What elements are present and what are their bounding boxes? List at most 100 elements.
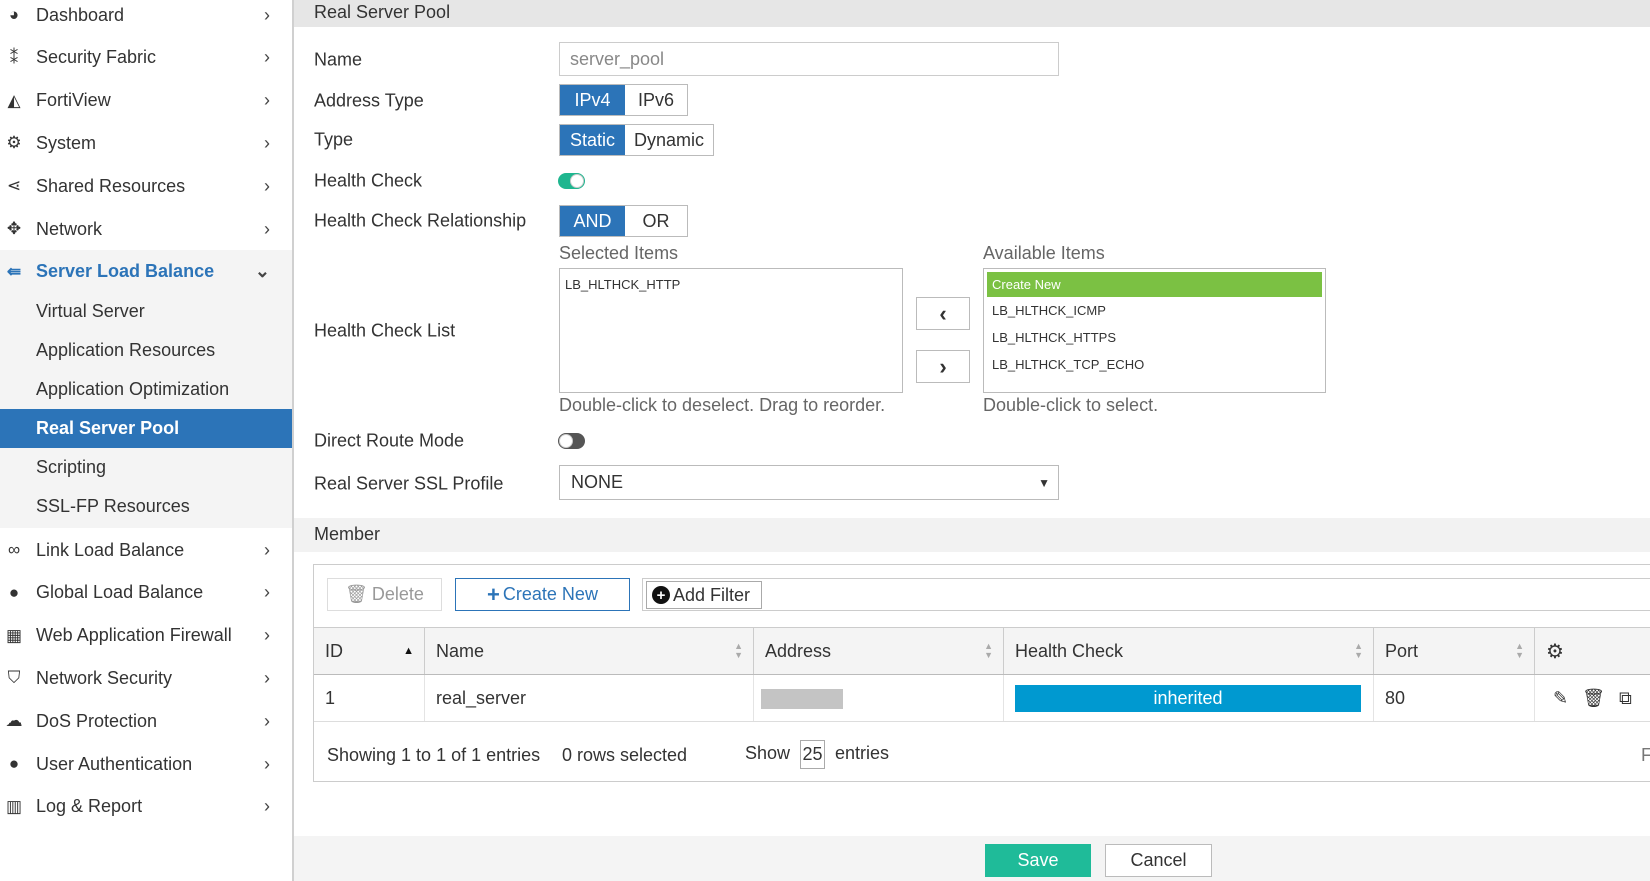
sidebar-item-security-fabric[interactable]: ⁑ Security Fabric › <box>0 37 292 79</box>
ipv6-option[interactable]: IPv6 <box>625 85 687 115</box>
ipv4-option[interactable]: IPv4 <box>560 85 625 115</box>
chevron-right-icon: › <box>264 582 270 603</box>
sort-asc-icon: ▲ <box>403 644 414 657</box>
load-balance-icon: ⇚ <box>6 261 22 281</box>
sidebar-item-fortiview[interactable]: ◭ FortiView › <box>0 80 292 122</box>
cell-address <box>754 675 1004 722</box>
sidebar-subitem-scripting[interactable]: Scripting <box>0 448 292 487</box>
page-size-input[interactable]: 25 <box>800 740 825 769</box>
available-items-title: Available Items <box>983 243 1105 263</box>
move-right-button[interactable]: › <box>916 350 970 383</box>
sidebar-subitem-application-optimization[interactable]: Application Optimization <box>0 370 292 409</box>
edit-icon[interactable]: ✎ <box>1553 688 1568 709</box>
selected-items-title: Selected Items <box>559 243 679 263</box>
sidebar-item-log-report[interactable]: ▥ Log & Report › <box>0 786 292 828</box>
sort-icon: ▲ ▼ <box>984 641 993 660</box>
list-item[interactable]: LB_HLTHCK_TCP_ECHO <box>987 351 1322 378</box>
column-header-address[interactable]: Address ▲ ▼ <box>754 628 1004 674</box>
available-items-list[interactable]: Create New LB_HLTHCK_ICMP LB_HLTHCK_HTTP… <box>983 268 1326 393</box>
sidebar-item-link-load-balance[interactable]: ∞ Link Load Balance › <box>0 529 292 571</box>
chevron-right-icon: › <box>264 132 270 153</box>
name-input[interactable] <box>559 42 1059 76</box>
sidebar-subitem-virtual-server[interactable]: Virtual Server <box>0 292 292 331</box>
selected-items-list[interactable]: LB_HLTHCK_HTTP <box>559 268 903 393</box>
cell-health-check: inherited <box>1004 675 1374 722</box>
sidebar-subitem-application-resources[interactable]: Application Resources <box>0 331 292 370</box>
cell-id: 1 <box>314 675 425 722</box>
chevron-right-icon: › <box>264 47 270 68</box>
sidebar-item-network[interactable]: ✥ Network › <box>0 208 292 250</box>
create-new-button[interactable]: + Create New <box>455 578 630 611</box>
caret-down-icon: ▼ <box>1038 475 1050 490</box>
sidebar-subitem-ssl-fp-resources[interactable]: SSL-FP Resources <box>0 487 292 526</box>
sidebar-item-dashboard[interactable]: ◕ Dashboard › <box>0 0 292 36</box>
health-badge: inherited <box>1015 685 1361 712</box>
plus-icon: + <box>487 581 500 607</box>
sidebar-item-global-load-balance[interactable]: ● Global Load Balance › <box>0 572 292 614</box>
delete-icon[interactable]: 🗑 <box>1582 688 1605 709</box>
cell-actions: ✎ 🗑 ⧉ <box>1535 675 1650 722</box>
static-option[interactable]: Static <box>560 125 625 155</box>
footer-bar <box>294 836 1650 881</box>
sidebar-item-server-load-balance[interactable]: ⇚ Server Load Balance ⌄ <box>0 250 292 293</box>
sidebar-item-label: System <box>36 132 97 153</box>
address-type-label: Address Type <box>314 90 424 111</box>
list-item[interactable]: LB_HLTHCK_HTTPS <box>987 324 1322 351</box>
health-check-toggle[interactable] <box>558 173 585 189</box>
list-item[interactable]: LB_HLTHCK_HTTP <box>560 271 902 298</box>
firewall-icon: ▦ <box>5 625 23 645</box>
chevron-down-icon: ⌄ <box>254 261 270 282</box>
column-header-port[interactable]: Port ▲ ▼ <box>1374 628 1535 674</box>
sidebar-item-label: Log & Report <box>36 796 143 817</box>
area-chart-icon: ◭ <box>7 90 21 110</box>
sidebar-item-label: Server Load Balance <box>36 261 215 282</box>
gear-icon[interactable]: ⚙ <box>1546 639 1564 664</box>
sidebar-item-dos-protection[interactable]: ☁ DoS Protection › <box>0 700 292 742</box>
sidebar-item-label: Shared Resources <box>36 175 186 196</box>
delete-button[interactable]: 🗑 Delete <box>327 578 442 611</box>
list-item[interactable]: LB_HLTHCK_ICMP <box>987 297 1322 324</box>
hc-list-label: Health Check List <box>314 320 456 341</box>
share-icon: ⋖ <box>6 176 22 196</box>
clone-icon[interactable]: ⧉ <box>1619 688 1632 709</box>
selected-hint: Double-click to deselect. Drag to reorde… <box>559 395 886 415</box>
sidebar-item-user-authentication[interactable]: ● User Authentication › <box>0 743 292 785</box>
address-redacted <box>761 688 843 709</box>
or-option[interactable]: OR <box>625 206 687 236</box>
rows-selected: 0 rows selected <box>562 745 688 765</box>
gear-icon: ⚙ <box>6 133 22 153</box>
sidebar-item-label: Network <box>36 218 103 239</box>
chevron-right-icon: › <box>264 753 270 774</box>
column-header-id[interactable]: ID ▲ <box>314 628 425 674</box>
sidebar: ◕ Dashboard › ⁑ Security Fabric › ◭ FortiView › ⚙… <box>0 0 294 881</box>
sidebar-subitem-real-server-pool[interactable]: Real Server Pool <box>0 409 292 448</box>
save-button[interactable]: Save <box>985 844 1091 877</box>
health-check-label: Health Check <box>314 170 423 191</box>
showing-entries: Showing 1 to 1 of 1 entries <box>327 745 541 765</box>
page-header: Real Server Pool <box>294 0 1650 27</box>
pagination-edge: F <box>1641 745 1650 765</box>
cancel-button[interactable]: Cancel <box>1105 844 1212 877</box>
add-filter-button[interactable]: + Add Filter <box>646 581 762 609</box>
globe-icon: ● <box>8 582 20 602</box>
filter-bar[interactable] <box>642 578 1650 611</box>
sidebar-item-web-application-firewall[interactable]: ▦ Web Application Firewall › <box>0 615 292 657</box>
member-section-header: Member <box>294 518 1650 552</box>
address-type-toggle: IPv4 IPv6 <box>559 84 688 116</box>
column-header-health-check[interactable]: Health Check ▲ ▼ <box>1004 628 1374 674</box>
list-item-create-new[interactable]: Create New <box>987 272 1322 297</box>
cell-port: 80 <box>1374 675 1535 722</box>
ssl-profile-select[interactable]: NONE ▼ <box>559 465 1059 500</box>
sidebar-item-shared-resources[interactable]: ⋖ Shared Resources › <box>0 165 292 207</box>
move-left-button[interactable]: ‹ <box>916 297 970 330</box>
dynamic-option[interactable]: Dynamic <box>625 125 713 155</box>
direct-route-toggle[interactable] <box>558 433 585 449</box>
column-settings[interactable]: ⚙ <box>1535 628 1650 674</box>
sidebar-item-network-security[interactable]: ⛉ Network Security › <box>0 657 292 699</box>
column-header-name[interactable]: Name ▲ ▼ <box>425 628 754 674</box>
and-option[interactable]: AND <box>560 206 625 236</box>
sidebar-item-label: Link Load Balance <box>36 539 185 560</box>
sidebar-item-system[interactable]: ⚙ System › <box>0 122 292 164</box>
plus-circle-icon: + <box>652 586 670 604</box>
bar-chart-icon: ▥ <box>5 796 23 816</box>
